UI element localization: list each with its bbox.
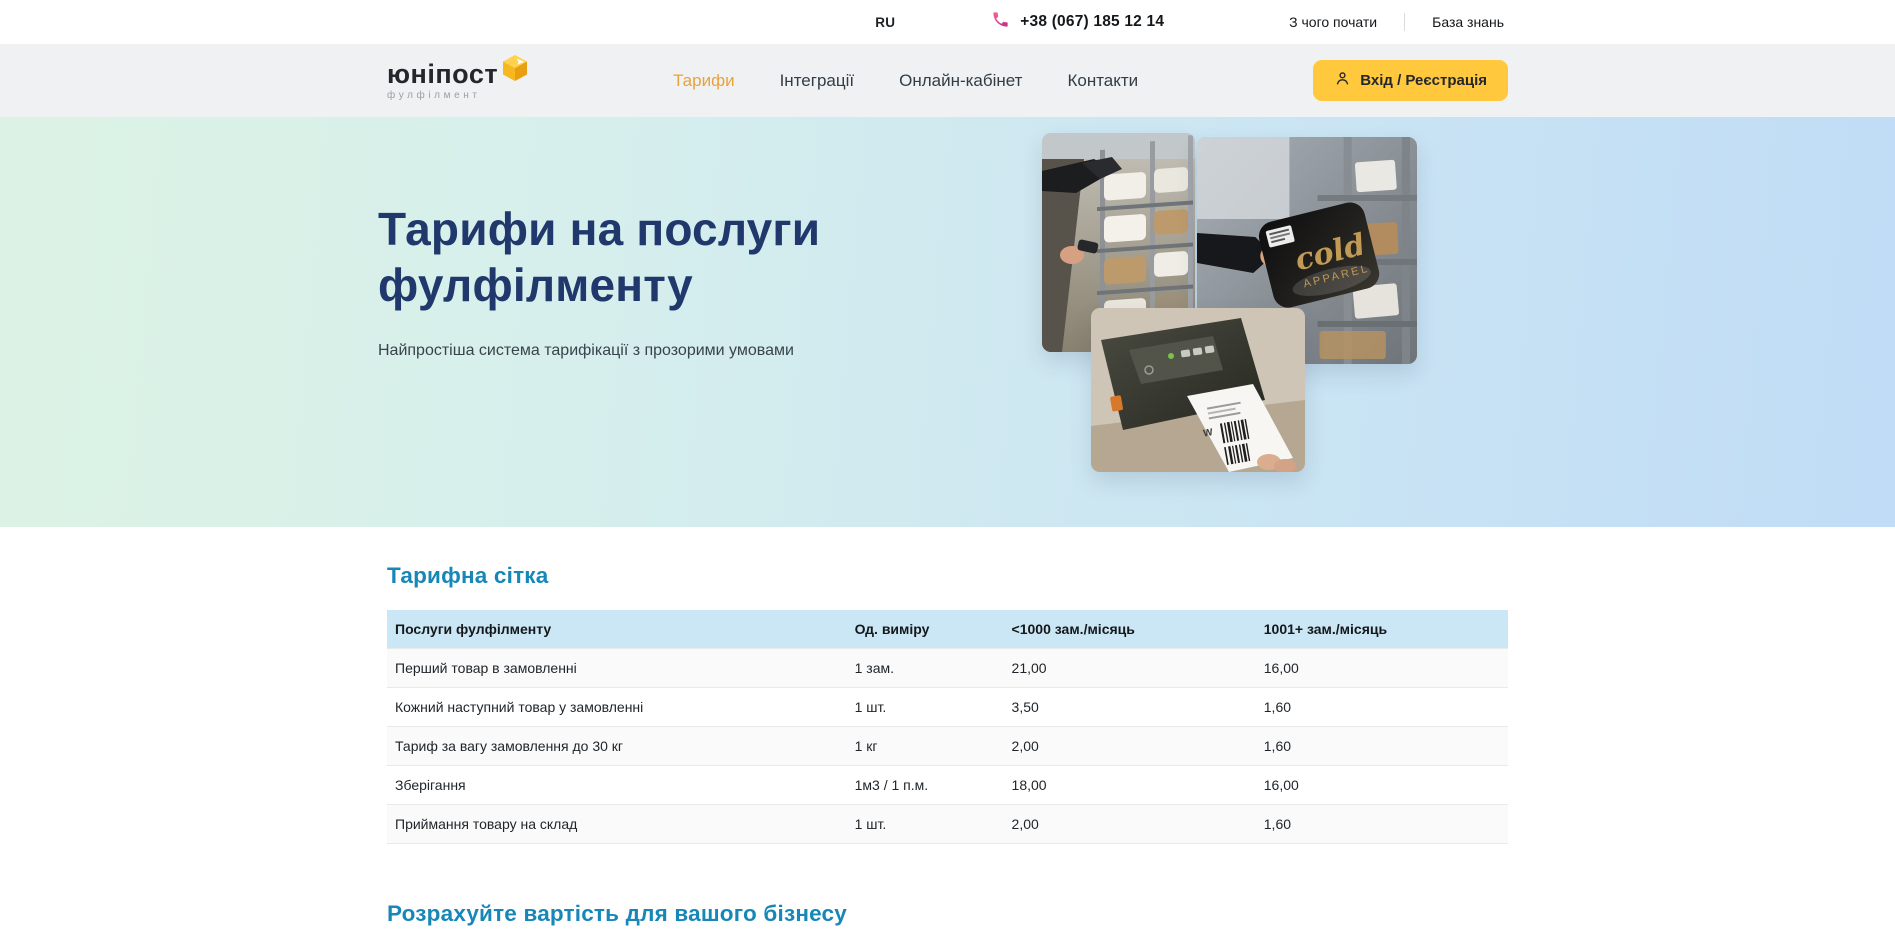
hero-photo-collage: cold APPAREL: [1042, 133, 1420, 475]
language-switcher[interactable]: RU: [875, 15, 895, 30]
topbar-link-knowledge-base[interactable]: База знань: [1405, 14, 1508, 30]
column-header-under-1000: <1000 зам./місяць: [1004, 610, 1256, 649]
page-subtitle: Найпростіша система тарифікації з прозор…: [378, 342, 898, 360]
pricing-table-row: Приймання товару на склад1 шт.2,001,60: [387, 805, 1508, 844]
main-nav: Тарифи Інтеграції Онлайн-кабінет Контакт…: [673, 71, 1138, 91]
pricing-cell-over1001: 1,60: [1256, 688, 1508, 727]
pricing-cell-under1000: 18,00: [1004, 766, 1256, 805]
login-register-button[interactable]: Вхід / Реєстрація: [1313, 60, 1508, 101]
pricing-cell-under1000: 21,00: [1004, 649, 1256, 688]
pricing-cell-unit: 1 кг: [847, 727, 1004, 766]
logo-name: юніпост: [387, 61, 498, 88]
pricing-table-row: Тариф за вагу замовлення до 30 кг1 кг2,0…: [387, 727, 1508, 766]
topbar: RU +38 (067) 185 12 14 З чого почати Баз…: [0, 0, 1895, 44]
phone-number: +38 (067) 185 12 14: [1020, 13, 1164, 31]
pricing-cell-service: Перший товар в замовленні: [387, 649, 847, 688]
pricing-cell-unit: 1 шт.: [847, 688, 1004, 727]
pricing-table-row: Зберігання1м3 / 1 п.м.18,0016,00: [387, 766, 1508, 805]
calculator-heading: Розрахуйте вартість для вашого бізнесу: [387, 901, 1508, 927]
phone-icon: [991, 10, 1010, 34]
pricing-cell-over1001: 16,00: [1256, 766, 1508, 805]
photo-label-printer: W: [1091, 308, 1305, 472]
nav-item-tariffs[interactable]: Тарифи: [673, 71, 735, 91]
logo-tagline: фулфілмент: [387, 90, 527, 101]
hero-section: Тарифи на послуги фулфілменту Найпростіш…: [0, 117, 1895, 527]
user-icon: [1334, 70, 1351, 91]
nav-item-integrations[interactable]: Інтеграції: [780, 71, 855, 91]
pricing-cell-service: Зберігання: [387, 766, 847, 805]
phone-link[interactable]: +38 (067) 185 12 14: [991, 10, 1164, 34]
pricing-heading: Тарифна сітка: [387, 563, 1508, 589]
pricing-cell-service: Тариф за вагу замовлення до 30 кг: [387, 727, 847, 766]
pricing-cell-over1001: 1,60: [1256, 805, 1508, 844]
logo-cube-icon: [503, 55, 527, 86]
logo[interactable]: юніпост фулфілмент: [387, 61, 527, 101]
pricing-table-row: Кожний наступний товар у замовленні1 шт.…: [387, 688, 1508, 727]
pricing-cell-service: Кожний наступний товар у замовленні: [387, 688, 847, 727]
pricing-section: Тарифна сітка Послуги фулфілменту Од. ви…: [0, 527, 1895, 927]
column-header-unit: Од. виміру: [847, 610, 1004, 649]
pricing-cell-over1001: 1,60: [1256, 727, 1508, 766]
pricing-cell-under1000: 2,00: [1004, 727, 1256, 766]
pricing-table: Послуги фулфілменту Од. виміру <1000 зам…: [387, 610, 1508, 844]
pricing-table-header-row: Послуги фулфілменту Од. виміру <1000 зам…: [387, 610, 1508, 649]
pricing-table-row: Перший товар в замовленні1 зам.21,0016,0…: [387, 649, 1508, 688]
topbar-links: З чого почати База знань: [1262, 13, 1508, 31]
topbar-link-start[interactable]: З чого почати: [1262, 14, 1404, 30]
pricing-table-body: Перший товар в замовленні1 зам.21,0016,0…: [387, 649, 1508, 844]
main-header: юніпост фулфілмент Тарифи Інтеграції Онл…: [0, 44, 1895, 117]
pricing-cell-unit: 1 зам.: [847, 649, 1004, 688]
pricing-cell-unit: 1м3 / 1 п.м.: [847, 766, 1004, 805]
pricing-cell-unit: 1 шт.: [847, 805, 1004, 844]
pricing-cell-service: Приймання товару на склад: [387, 805, 847, 844]
pricing-cell-over1001: 16,00: [1256, 649, 1508, 688]
nav-item-contacts[interactable]: Контакти: [1067, 71, 1138, 91]
column-header-service: Послуги фулфілменту: [387, 610, 847, 649]
pricing-cell-under1000: 3,50: [1004, 688, 1256, 727]
pricing-cell-under1000: 2,00: [1004, 805, 1256, 844]
column-header-over-1001: 1001+ зам./місяць: [1256, 610, 1508, 649]
page-title: Тарифи на послуги фулфілменту: [378, 201, 898, 313]
login-register-label: Вхід / Реєстрація: [1360, 72, 1487, 89]
nav-item-online-cabinet[interactable]: Онлайн-кабінет: [899, 71, 1022, 91]
